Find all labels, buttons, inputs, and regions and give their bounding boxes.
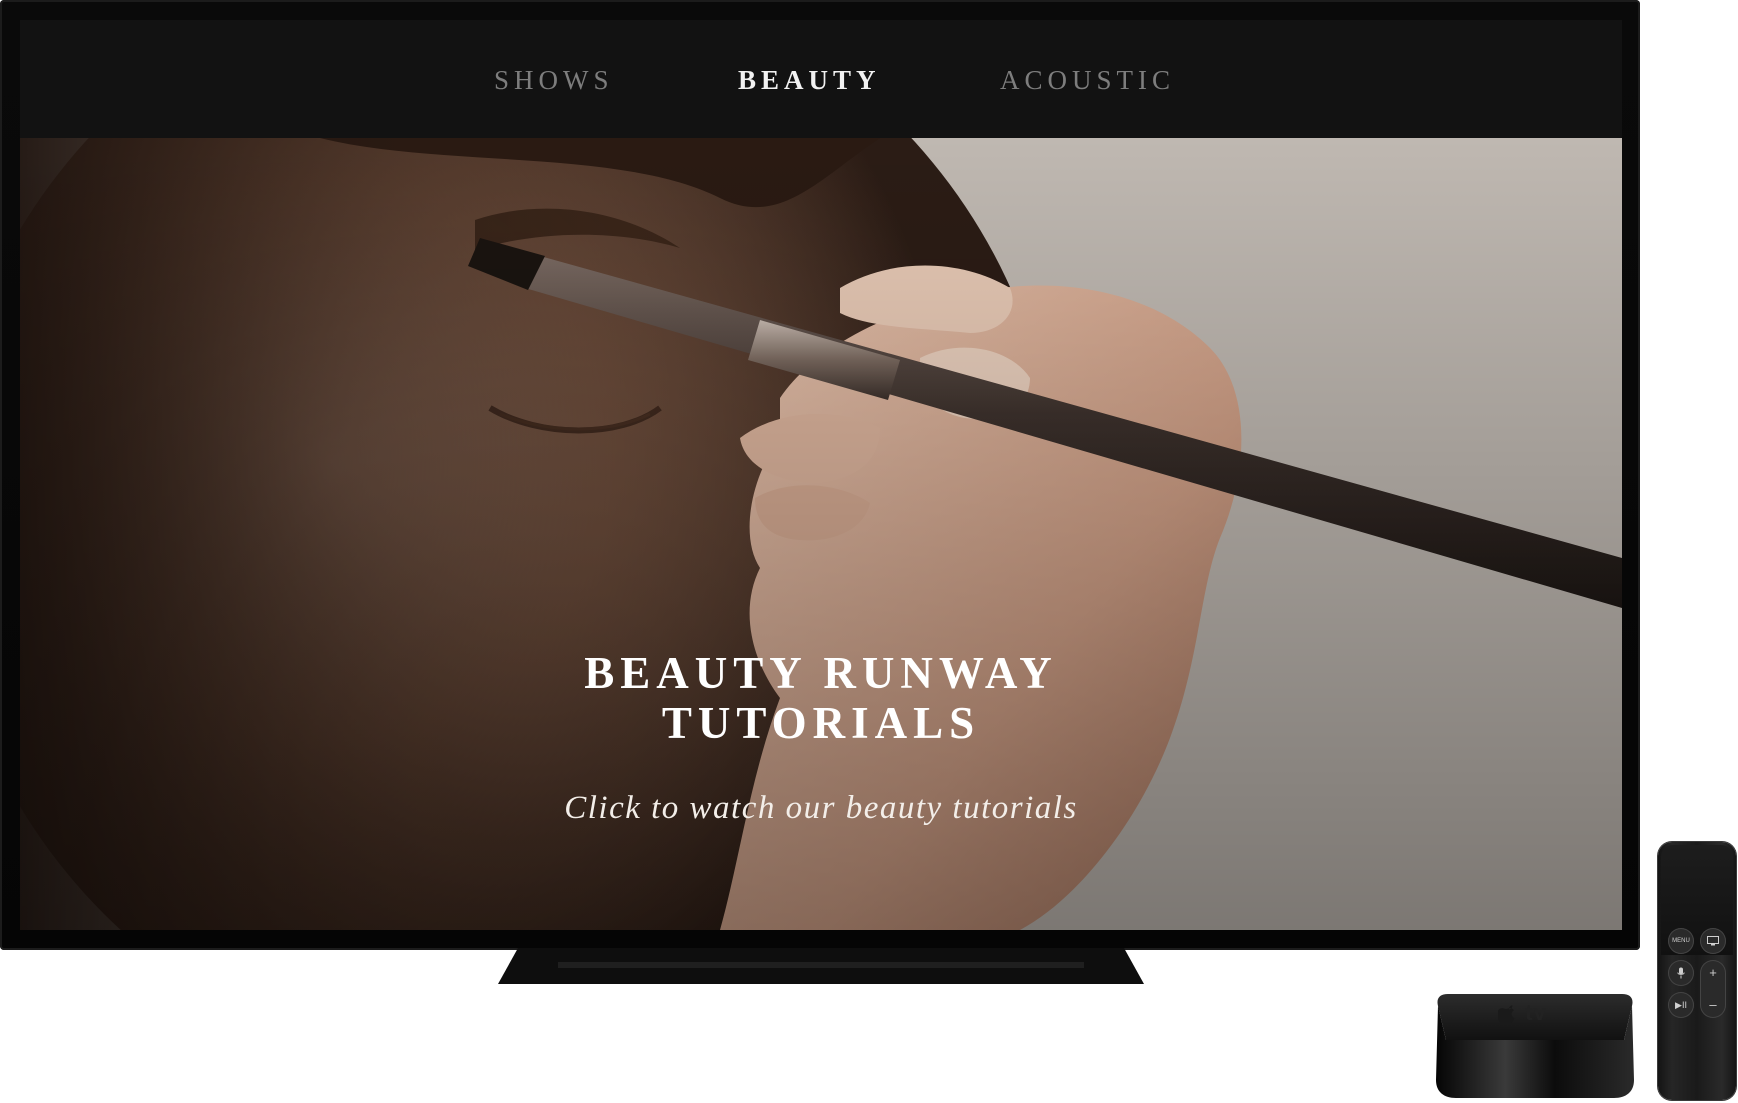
tv-stand: [498, 948, 1144, 984]
tv-frame: SHOWS BEAUTY ACOUSTIC BEAUTY RUNWAY TUTO…: [0, 0, 1640, 950]
nav-item-shows[interactable]: SHOWS: [494, 60, 614, 100]
hero-banner[interactable]: BEAUTY RUNWAY TUTORIALS Click to watch o…: [20, 138, 1622, 930]
hero-subtitle-link[interactable]: Click to watch our beauty tutorials: [20, 790, 1622, 827]
tv-screen: SHOWS BEAUTY ACOUSTIC BEAUTY RUNWAY TUTO…: [20, 20, 1622, 930]
remote-siri-button[interactable]: [1668, 960, 1694, 986]
product-mockup: SHOWS BEAUTY ACOUSTIC BEAUTY RUNWAY TUTO…: [0, 0, 1738, 1103]
remote-menu-button[interactable]: MENU: [1668, 928, 1694, 954]
tv-icon: [1707, 936, 1719, 946]
apple-logo-icon: [1498, 1005, 1515, 1024]
top-navigation: SHOWS BEAUTY ACOUSTIC: [20, 20, 1622, 138]
hero-title-line-1: BEAUTY RUNWAY: [584, 648, 1058, 698]
remote-volume-up-button[interactable]: +: [1700, 966, 1726, 980]
apple-tv-logo-text: tv: [1525, 1000, 1547, 1025]
remote-tv-button[interactable]: [1700, 928, 1726, 954]
remote-play-pause-button[interactable]: ▶II: [1668, 992, 1694, 1018]
nav-item-acoustic[interactable]: ACOUSTIC: [1000, 60, 1175, 100]
hero-title-line-2: TUTORIALS: [661, 698, 981, 748]
remote-volume-down-button[interactable]: –: [1700, 998, 1726, 1012]
nav-item-beauty[interactable]: BEAUTY: [738, 60, 881, 100]
microphone-icon: [1677, 967, 1685, 979]
hero-title: BEAUTY RUNWAY TUTORIALS: [20, 648, 1622, 748]
siri-remote: MENU ▶II + –: [1658, 842, 1736, 1100]
apple-tv-logo: tv: [1498, 1000, 1578, 1026]
remote-volume-rocker: + –: [1700, 960, 1726, 1018]
